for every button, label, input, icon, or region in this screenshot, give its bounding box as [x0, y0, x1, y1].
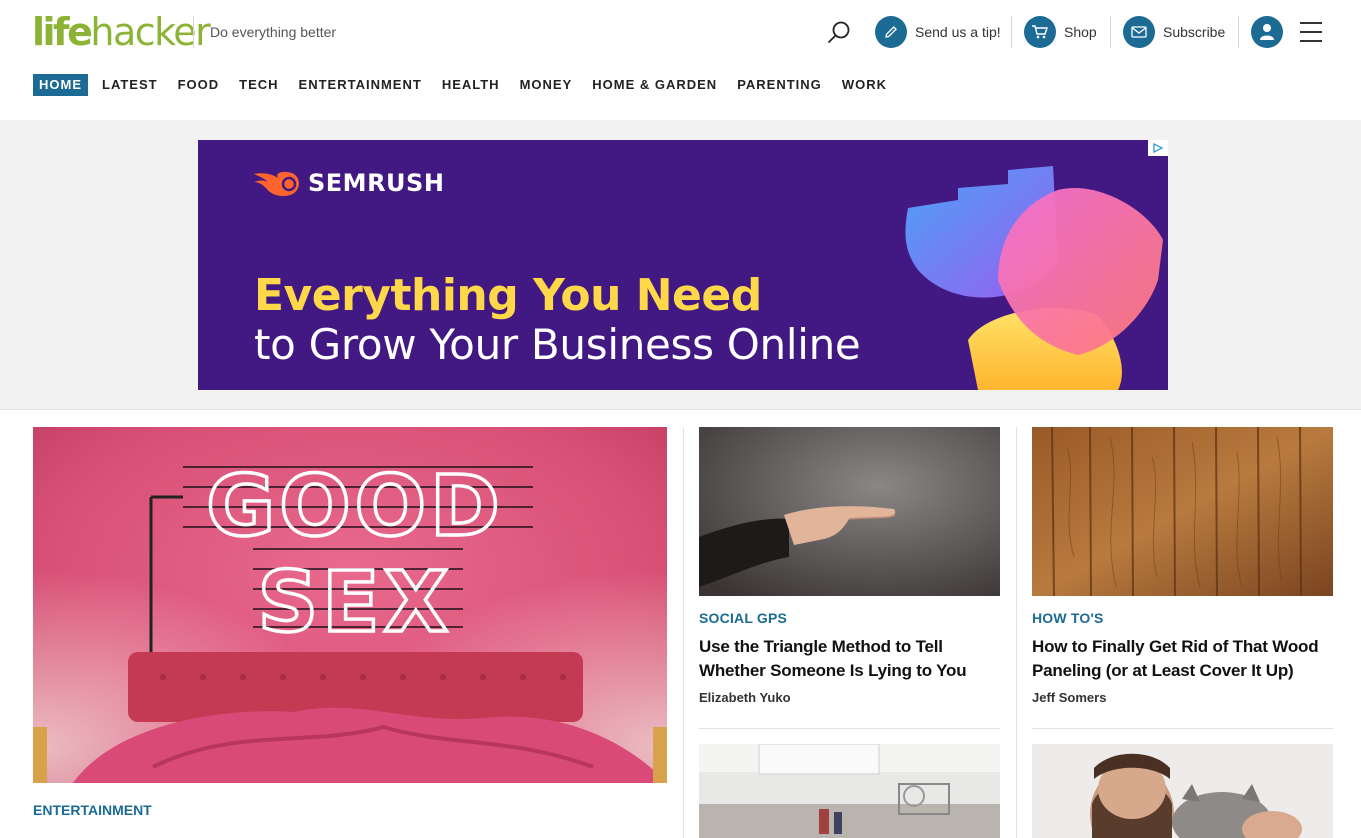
- story-title[interactable]: Use the Triangle Method to Tell Whether …: [699, 635, 1000, 683]
- subscribe-label: Subscribe: [1163, 24, 1226, 40]
- nav-item-home[interactable]: HOME: [33, 74, 88, 96]
- man-with-cat-photo: [1032, 744, 1333, 838]
- search-icon: [828, 21, 850, 43]
- story-title[interactable]: How to Finally Get Rid of That Wood Pane…: [1032, 635, 1333, 683]
- site-header: life hacker Do everything better Send us …: [0, 0, 1361, 120]
- crossed-fingers-photo: [699, 427, 1000, 596]
- nav-item-home-garden[interactable]: HOME & GARDEN: [592, 74, 717, 96]
- lead-story-category[interactable]: ENTERTAINMENT: [33, 802, 152, 818]
- wood-paneling-photo: [1032, 427, 1333, 596]
- semrush-brand: SEMRUSH: [252, 168, 444, 198]
- story-image-hand[interactable]: [699, 427, 1000, 596]
- nav-item-entertainment[interactable]: ENTERTAINMENT: [299, 74, 422, 96]
- site-tagline: Do everything better: [210, 24, 337, 40]
- envelope-icon: [1123, 16, 1155, 48]
- header-divider: [1011, 16, 1012, 48]
- story-author[interactable]: Elizabeth Yuko: [699, 690, 791, 705]
- column-divider: [1016, 427, 1017, 838]
- nav-item-tech[interactable]: TECH: [239, 74, 278, 96]
- story-image-wood[interactable]: [1032, 427, 1333, 596]
- tagline-divider: [193, 16, 194, 48]
- neon-text-line1: GOOD: [206, 457, 504, 555]
- pencil-icon: [875, 16, 907, 48]
- header-divider: [1110, 16, 1111, 48]
- story-category[interactable]: HOW TO'S: [1032, 610, 1104, 626]
- story-category[interactable]: SOCIAL GPS: [699, 610, 787, 626]
- search-button[interactable]: [826, 20, 852, 46]
- logo-part-hacker: hacker: [90, 10, 210, 54]
- nav-item-latest[interactable]: LATEST: [102, 74, 158, 96]
- nav-item-food[interactable]: FOOD: [178, 74, 220, 96]
- header-divider: [1238, 16, 1239, 48]
- kitchen-photo: [699, 744, 1000, 838]
- logo-part-life: life: [32, 10, 93, 54]
- shop-button[interactable]: Shop: [1024, 16, 1097, 48]
- account-button[interactable]: [1251, 16, 1283, 48]
- nav-item-money[interactable]: MONEY: [520, 74, 573, 96]
- main-nav: HOME LATEST FOOD TECH ENTERTAINMENT HEALTH MON…: [33, 74, 907, 96]
- shop-label: Shop: [1064, 24, 1097, 40]
- send-tip-label: Send us a tip!: [915, 24, 1001, 40]
- semrush-ad-banner[interactable]: SEMRUSH Everything You Need to Grow Your…: [198, 140, 1168, 390]
- nav-item-health[interactable]: HEALTH: [442, 74, 500, 96]
- ad-brand-name: SEMRUSH: [308, 169, 445, 197]
- nav-item-work[interactable]: WORK: [842, 74, 887, 96]
- user-icon: [1260, 24, 1274, 40]
- story-author[interactable]: Jeff Somers: [1032, 690, 1106, 705]
- subscribe-button[interactable]: Subscribe: [1123, 16, 1225, 48]
- story-image-man-cat[interactable]: [1032, 744, 1333, 838]
- lifehacker-logo[interactable]: life hacker: [32, 10, 211, 54]
- ad-headline-line2: to Grow Your Business Online: [254, 320, 861, 369]
- column-divider: [683, 427, 684, 838]
- story-separator: [1032, 728, 1333, 729]
- semrush-flame-icon: [254, 171, 299, 197]
- nav-item-parenting[interactable]: PARENTING: [737, 74, 822, 96]
- send-tip-button[interactable]: Send us a tip!: [875, 16, 1001, 48]
- cart-icon: [1024, 16, 1056, 48]
- hamburger-menu-icon[interactable]: [1300, 22, 1322, 42]
- lead-story-image[interactable]: GOOD SEX: [33, 427, 667, 783]
- ad-headline-line1: Everything You Need: [254, 270, 762, 321]
- neon-text-line2: SEX: [258, 553, 453, 651]
- neon-sign-photo: GOOD SEX: [33, 427, 667, 783]
- story-separator: [699, 728, 1000, 729]
- story-image-kitchen[interactable]: [699, 744, 1000, 838]
- ad-choices-icon[interactable]: [1148, 140, 1168, 156]
